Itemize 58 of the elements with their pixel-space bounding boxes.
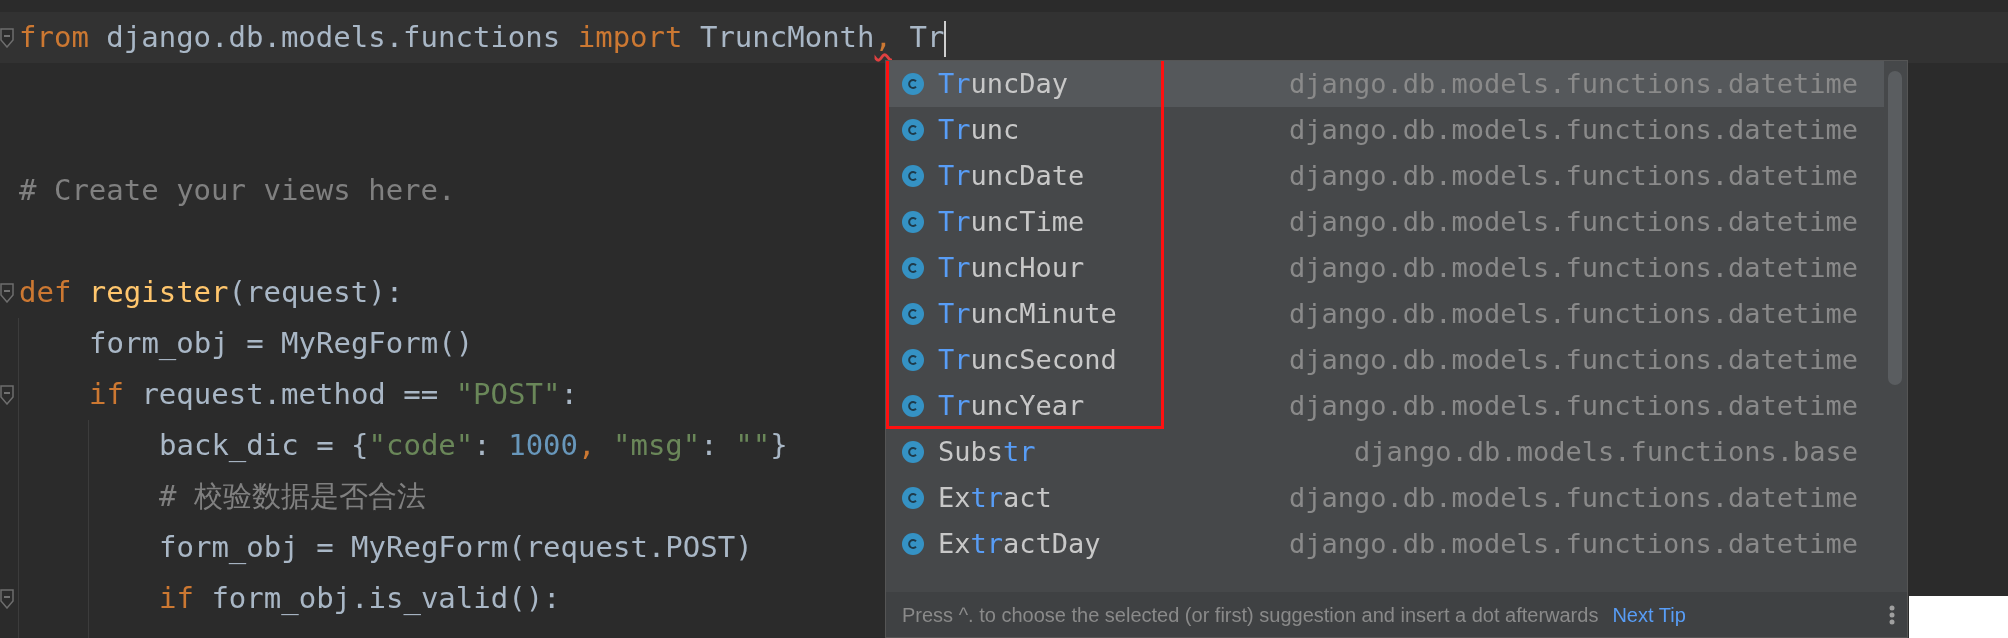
class-icon bbox=[902, 119, 924, 141]
module-path: django.db.models.functions.datetime bbox=[1289, 296, 1858, 331]
completion-item[interactable]: Extract django.db.models.functions.datetime bbox=[886, 475, 1884, 521]
code-line: back_dic = {"code": 1000, "msg": ""} bbox=[159, 427, 788, 464]
completion-item[interactable]: TruncTime django.db.models.functions.datetime bbox=[886, 199, 1884, 245]
fold-icon[interactable] bbox=[0, 589, 14, 609]
class-icon bbox=[902, 303, 924, 325]
module-path: django.db.models.functions.datetime bbox=[1289, 342, 1858, 377]
suggestion-label: TruncSecond bbox=[938, 342, 1117, 377]
completion-item[interactable]: TruncMinute django.db.models.functions.datetime bbox=[886, 291, 1884, 337]
completion-item[interactable]: TruncDate django.db.models.functions.datetime bbox=[886, 153, 1884, 199]
suggestion-label: Substr bbox=[938, 434, 1036, 469]
completion-item[interactable]: TruncHour django.db.models.functions.datetime bbox=[886, 245, 1884, 291]
hint-text: Press ^. to choose the selected (or first) suggestion and insert a dot afterwards bbox=[902, 602, 1599, 628]
module-path: django.db.models.functions.datetime bbox=[1289, 112, 1858, 147]
code-line: form_obj = MyRegForm() bbox=[89, 325, 474, 362]
next-tip-link[interactable]: Next Tip bbox=[1612, 599, 1686, 630]
more-options-icon[interactable] bbox=[1889, 604, 1895, 625]
suggestion-label: TruncMinute bbox=[938, 296, 1117, 331]
module-path: django.db.models.functions.datetime bbox=[1289, 526, 1858, 561]
code-line: if request.method == "POST": bbox=[89, 376, 578, 413]
completion-item[interactable]: TruncSecond django.db.models.functions.datetime bbox=[886, 337, 1884, 383]
suggestion-label: Trunc bbox=[938, 112, 1020, 147]
suggestion-label: ExtractDay bbox=[938, 526, 1101, 561]
class-icon bbox=[902, 165, 924, 187]
fold-icon[interactable] bbox=[0, 385, 14, 405]
module-path: django.db.models.functions.datetime bbox=[1289, 480, 1858, 515]
class-icon bbox=[902, 257, 924, 279]
module-path: django.db.models.functions.datetime bbox=[1289, 388, 1858, 423]
suggestion-label: TruncTime bbox=[938, 204, 1085, 239]
suggestion-label: TruncYear bbox=[938, 388, 1085, 423]
class-icon bbox=[902, 73, 924, 95]
completion-item[interactable]: Trunc django.db.models.functions.datetime bbox=[886, 107, 1884, 153]
code-line: # Create your views here. bbox=[19, 172, 456, 209]
code-line: # 校验数据是否合法 bbox=[159, 478, 426, 515]
completion-item[interactable]: TruncYear django.db.models.functions.datetime bbox=[886, 383, 1884, 429]
module-path: django.db.models.functions.datetime bbox=[1289, 250, 1858, 285]
class-icon bbox=[902, 441, 924, 463]
module-path: django.db.models.functions.datetime bbox=[1289, 158, 1858, 193]
fold-icon[interactable] bbox=[0, 28, 14, 48]
code-line: from django.db.models.functions import TruncMonth, Tr bbox=[19, 19, 945, 56]
suggestion-label: TruncDay bbox=[938, 66, 1069, 101]
class-icon bbox=[902, 211, 924, 233]
class-icon bbox=[902, 349, 924, 371]
module-path: django.db.models.functions.base bbox=[1354, 434, 1858, 469]
completion-item[interactable]: Substr django.db.models.functions.base bbox=[886, 429, 1884, 475]
code-line: if form_obj.is_valid(): bbox=[159, 580, 561, 617]
fold-icon[interactable] bbox=[0, 283, 14, 303]
code-line: form_obj = MyRegForm(request.POST) bbox=[159, 529, 753, 566]
class-icon bbox=[902, 487, 924, 509]
code-line: def register(request): bbox=[19, 274, 404, 311]
suggestion-label: TruncHour bbox=[938, 250, 1085, 285]
completion-item[interactable]: ExtractDay django.db.models.functions.datetime bbox=[886, 521, 1884, 567]
suggestion-label: TruncDate bbox=[938, 158, 1085, 193]
suggestion-label: Extract bbox=[938, 480, 1052, 515]
class-icon bbox=[902, 395, 924, 417]
class-icon bbox=[902, 533, 924, 555]
module-path: django.db.models.functions.datetime bbox=[1289, 204, 1858, 239]
